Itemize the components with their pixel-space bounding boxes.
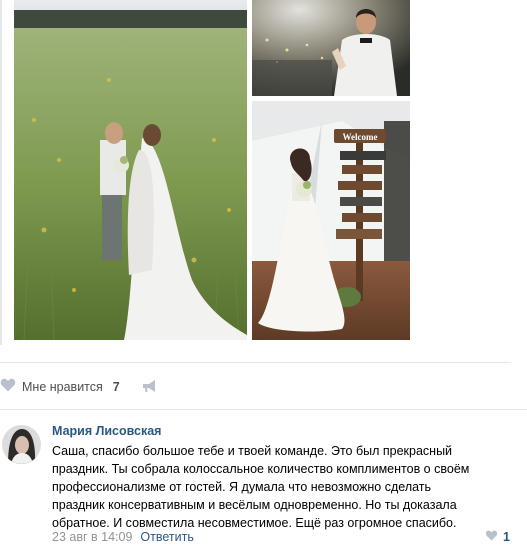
- post-left-rule: [0, 0, 2, 345]
- wedding-couple-field-photo[interactable]: [14, 0, 247, 340]
- groom-toast-photo[interactable]: [252, 0, 410, 96]
- comment-item: Мария Лисовская Саша, спасибо большое те…: [0, 413, 527, 553]
- comment-date[interactable]: 23 авг в 14:09: [52, 530, 132, 544]
- comment-text: Саша, спасибо большое тебе и твоей коман…: [52, 444, 470, 530]
- heart-icon: [485, 530, 498, 544]
- comment-like-button[interactable]: 1: [485, 530, 510, 544]
- comment-meta: 23 авг в 14:09 Ответить: [52, 530, 194, 544]
- post-actions-bar: Мне нравится 7: [0, 368, 527, 404]
- reply-link[interactable]: Ответить: [140, 530, 193, 544]
- like-button[interactable]: Мне нравится 7: [0, 378, 120, 396]
- comment-like-count: 1: [503, 530, 510, 544]
- like-label: Мне нравится: [22, 380, 103, 394]
- like-count: 7: [112, 380, 120, 394]
- comments-divider: [0, 409, 527, 410]
- megaphone-icon: [141, 380, 157, 398]
- avatar[interactable]: [2, 425, 41, 464]
- welcome-sign-text: Welcome: [343, 132, 378, 142]
- comment-author[interactable]: Мария Лисовская: [52, 424, 161, 438]
- bride-welcome-sign-photo[interactable]: Welcome: [252, 101, 410, 340]
- post-divider: [0, 362, 511, 363]
- heart-icon: [0, 378, 16, 397]
- share-button[interactable]: [141, 378, 157, 399]
